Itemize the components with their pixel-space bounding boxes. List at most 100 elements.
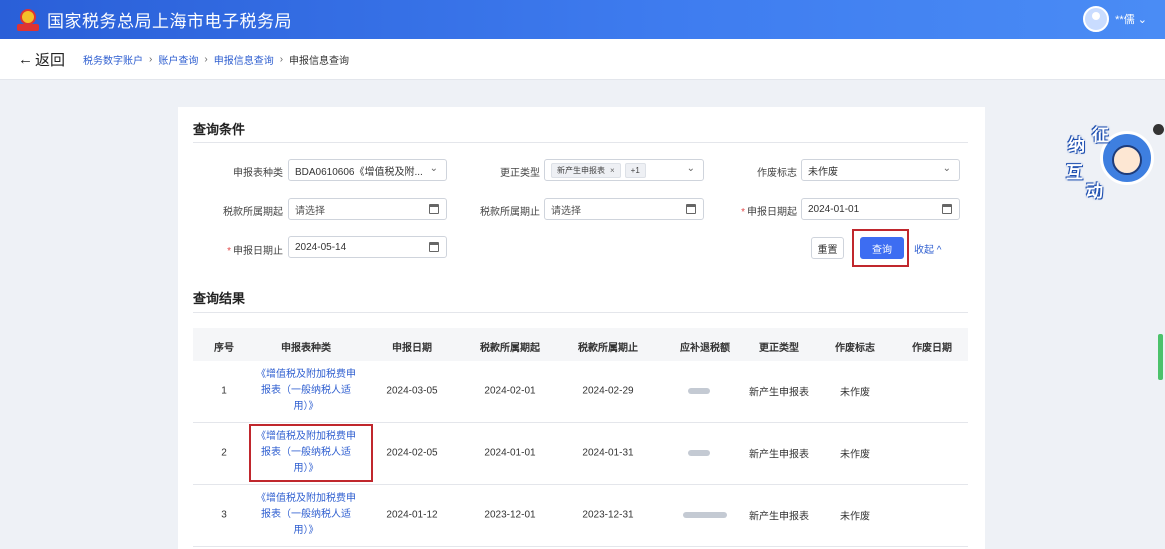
query-conditions-title: 查询条件 <box>193 122 246 137</box>
redacted-amount <box>688 450 710 456</box>
back-arrow-icon[interactable]: ← <box>18 51 33 68</box>
collapse-button[interactable]: 收起 ^ <box>914 241 941 256</box>
row-number: 3 <box>221 509 227 521</box>
period-start: 2024-01-01 <box>484 447 536 459</box>
tax-period-start-placeholder: 请选择 <box>295 205 325 217</box>
column-header: 更正类型 <box>759 343 799 354</box>
column-header: 应补退税额 <box>680 343 730 354</box>
interaction-widget[interactable]: 纳 征 互 动 <box>1062 121 1155 207</box>
chevron-right-icon: › <box>204 53 208 65</box>
mascot-icon[interactable] <box>1112 145 1142 175</box>
correction-type: 新产生申报表 <box>749 511 809 523</box>
column-header: 申报日期 <box>392 343 432 354</box>
period-start: 2023-12-01 <box>484 509 536 521</box>
declare-date: 2024-02-05 <box>386 447 438 459</box>
breadcrumb-current: 申报信息查询 <box>289 55 350 67</box>
form-type-link[interactable]: 《增值税及附加税费申报表（一般纳税人适用）》 <box>256 367 356 415</box>
chevron-down-icon: ⌄ <box>942 163 951 174</box>
column-header: 序号 <box>214 343 234 354</box>
breadcrumb: 税务数字账户 › 账户查询 › 申报信息查询 › 申报信息查询 <box>83 52 349 67</box>
widget-char: 互 <box>1066 163 1083 182</box>
period-end: 2024-02-29 <box>582 385 634 397</box>
query-card: 查询条件 申报表种类 BDA0610606《增值税及附... ⌄ 更正类型 新产… <box>178 107 985 549</box>
username[interactable]: **儒 ⌄ <box>1115 11 1147 27</box>
breadcrumb-item[interactable]: 申报信息查询 <box>214 52 274 67</box>
results-title: 查询结果 <box>193 291 246 306</box>
column-header: 税款所属期止 <box>578 343 638 354</box>
void-flag: 未作废 <box>840 387 870 399</box>
correction-type-select[interactable]: 新产生申报表 × +1 ⌄ <box>544 159 704 181</box>
tax-period-start-label: 税款所属期起 <box>223 207 283 218</box>
chevron-down-icon: ⌄ <box>686 163 695 174</box>
declare-date-end-label: * 申报日期止 <box>227 246 283 257</box>
column-header: 申报表种类 <box>281 343 331 354</box>
table-row: 1 《增值税及附加税费申报表（一般纳税人适用）》 2024-03-05 2024… <box>193 361 968 423</box>
back-button[interactable]: ← 返回 <box>18 49 65 70</box>
breadcrumb-item[interactable]: 税务数字账户 <box>83 52 143 67</box>
back-label[interactable]: 返回 <box>35 49 65 70</box>
row-number: 2 <box>221 447 227 459</box>
top-bar: 国家税务总局上海市电子税务局 **儒 ⌄ <box>0 0 1165 39</box>
form-type-link[interactable]: 《增值税及附加税费申报表（一般纳税人适用）》 <box>256 491 356 539</box>
chevron-down-icon: ⌄ <box>429 163 438 174</box>
redacted-amount <box>688 388 710 394</box>
form-type-select[interactable]: BDA0610606《增值税及附... ⌄ <box>288 159 447 181</box>
tax-period-end-label: 税款所属期止 <box>480 207 540 218</box>
table-row: 3 《增值税及附加税费申报表（一般纳税人适用）》 2024-01-12 2023… <box>193 485 968 547</box>
tax-bureau-logo-icon <box>17 8 39 31</box>
calendar-icon <box>686 204 696 214</box>
chevron-up-icon[interactable]: ^ <box>937 245 942 256</box>
void-flag-label: 作废标志 <box>757 168 797 179</box>
correction-type-tag[interactable]: 新产生申报表 × <box>551 162 621 178</box>
chevron-right-icon: › <box>149 53 153 65</box>
divider <box>193 142 968 143</box>
correction-type: 新产生申报表 <box>749 387 809 399</box>
query-button-highlight <box>852 229 909 267</box>
app-title: 国家税务总局上海市电子税务局 <box>47 12 292 31</box>
divider <box>193 312 968 313</box>
breadcrumb-bar: ← 返回 税务数字账户 › 账户查询 › 申报信息查询 › 申报信息查询 <box>0 39 1165 80</box>
tax-period-end-placeholder: 请选择 <box>551 205 581 217</box>
required-asterisk: * <box>227 246 231 257</box>
breadcrumb-item[interactable]: 账户查询 <box>158 52 198 67</box>
calendar-icon <box>429 204 439 214</box>
close-dot-icon[interactable] <box>1153 124 1164 135</box>
tax-period-end-picker[interactable]: 请选择 <box>544 198 704 220</box>
void-flag: 未作废 <box>840 511 870 523</box>
correction-type-label: 更正类型 <box>500 168 540 179</box>
column-header: 作废日期 <box>912 343 952 354</box>
void-flag: 未作废 <box>840 449 870 461</box>
declare-date-start-label: * 申报日期起 <box>741 207 797 218</box>
tax-period-start-picker[interactable]: 请选择 <box>288 198 447 220</box>
calendar-icon <box>942 204 952 214</box>
declare-date-end-picker[interactable]: 2024-05-14 <box>288 236 447 258</box>
widget-char: 纳 <box>1068 136 1085 155</box>
form-link-highlight <box>249 424 373 482</box>
user-menu[interactable]: **儒 ⌄ <box>1083 6 1147 32</box>
chevron-right-icon: › <box>279 53 284 65</box>
void-flag-select[interactable]: 未作废 ⌄ <box>801 159 960 181</box>
reset-button[interactable]: 重置 <box>811 237 844 259</box>
form-type-value: BDA0610606《增值税及附... <box>295 166 423 178</box>
declare-date: 2024-03-05 <box>386 385 438 397</box>
void-flag-value: 未作废 <box>808 166 838 178</box>
redacted-amount <box>683 512 727 518</box>
declare-date-start-picker[interactable]: 2024-01-01 <box>801 198 960 220</box>
declare-date-start-value: 2024-01-01 <box>808 203 860 215</box>
declare-date-end-value: 2024-05-14 <box>295 241 347 253</box>
correction-type: 新产生申报表 <box>749 449 809 461</box>
column-header: 作废标志 <box>835 343 875 354</box>
calendar-icon <box>429 242 439 252</box>
period-start: 2024-02-01 <box>484 385 536 397</box>
required-asterisk: * <box>741 207 745 218</box>
declare-date: 2024-01-12 <box>386 509 438 521</box>
period-end: 2023-12-31 <box>582 509 634 521</box>
tag-close-icon[interactable]: × <box>610 166 615 175</box>
widget-char: 动 <box>1086 182 1103 201</box>
column-header: 税款所属期起 <box>480 343 540 354</box>
form-type-label: 申报表种类 <box>233 168 283 179</box>
scrollbar[interactable] <box>1158 334 1163 380</box>
avatar-icon[interactable] <box>1083 6 1110 32</box>
row-number: 1 <box>221 385 227 397</box>
table-header: 序号 申报表种类 申报日期 税款所属期起 税款所属期止 应补退税额 更正类型 作… <box>193 328 968 361</box>
